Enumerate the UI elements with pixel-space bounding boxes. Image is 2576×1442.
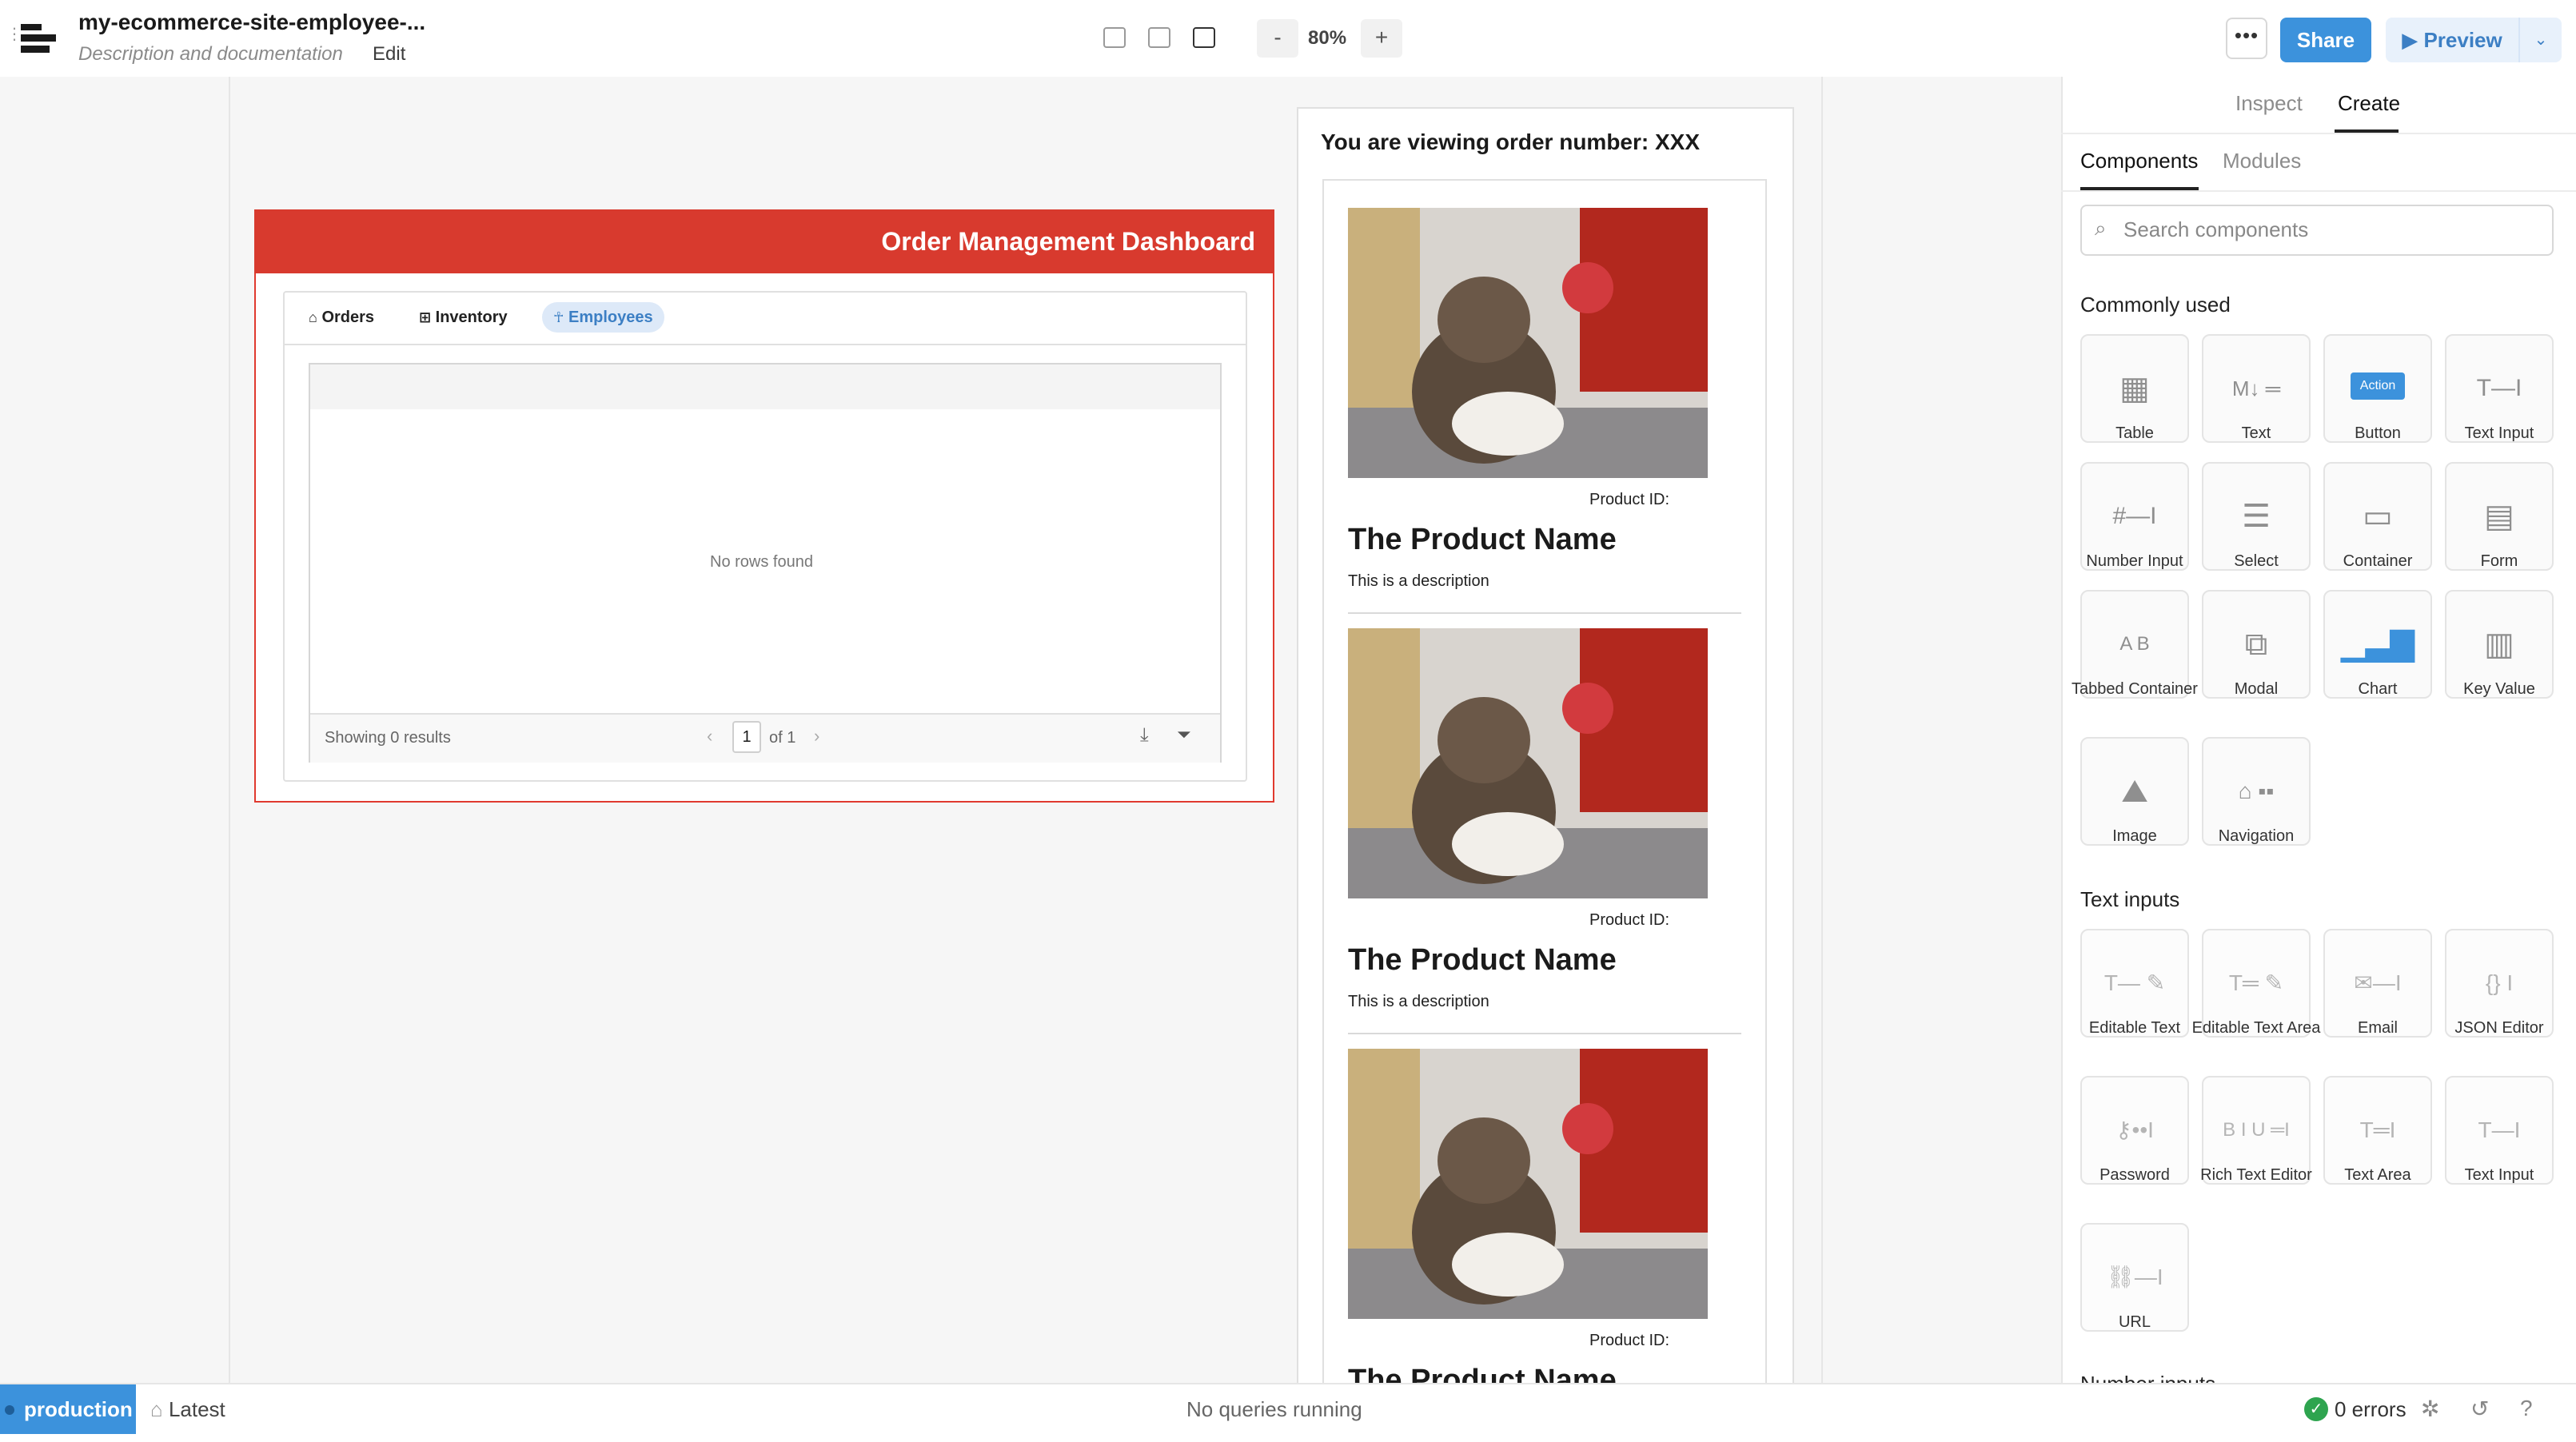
- error-count[interactable]: 0 errors: [2335, 1397, 2407, 1422]
- history-icon[interactable]: ↺: [2470, 1396, 2489, 1422]
- version-selector[interactable]: ⌂ Latest: [150, 1397, 225, 1422]
- tile-label: Navigation: [2218, 827, 2295, 845]
- tile-label: JSON Editor: [2454, 1019, 2544, 1037]
- divider: [2061, 133, 2576, 134]
- product-image: [1348, 628, 1708, 898]
- divider: [1348, 1033, 1741, 1034]
- bug-icon[interactable]: ✲: [2421, 1396, 2439, 1422]
- tile-label: Text Input: [2464, 424, 2534, 442]
- tab-label: Inventory: [435, 309, 508, 326]
- page-total: of 1: [769, 729, 796, 747]
- product-id-label: Product ID:: [1589, 1332, 1670, 1349]
- page-number-input[interactable]: 1: [732, 721, 761, 753]
- help-icon[interactable]: ?: [2520, 1396, 2533, 1421]
- drag-handle-icon[interactable]: ⋮: [6, 24, 22, 44]
- tile-label: Modal: [2234, 680, 2279, 698]
- subtab-components[interactable]: Components: [2080, 149, 2198, 173]
- tile-label: Form: [2480, 552, 2518, 570]
- results-count: Showing 0 results: [325, 729, 451, 747]
- app-description: Description and documentation: [78, 43, 343, 65]
- person-icon: ☥: [553, 309, 564, 325]
- tab-create[interactable]: Create: [2338, 91, 2400, 116]
- tab-orders[interactable]: ⌂ Orders: [309, 302, 374, 333]
- divider: [2061, 190, 2576, 192]
- tile-label: Tabbed Container: [2072, 680, 2198, 698]
- download-icon[interactable]: ⤓: [1140, 724, 1149, 747]
- zoom-level: 80%: [1308, 27, 1347, 49]
- version-label: Latest: [168, 1397, 225, 1421]
- dashboard-title: Order Management Dashboard: [881, 227, 1255, 256]
- preview-button[interactable]: ▶ Preview: [2386, 18, 2518, 62]
- tile-label: Editable Text Area: [2191, 1019, 2321, 1037]
- check-circle-icon: ✓: [2304, 1397, 2328, 1421]
- tab-label: Employees: [568, 309, 653, 326]
- tile-label: Text: [2241, 424, 2271, 442]
- grid-icon: ⊞: [419, 309, 432, 325]
- product-id-label: Product ID:: [1589, 911, 1670, 929]
- toggle-right-panel-icon[interactable]: [1193, 27, 1215, 48]
- app-title[interactable]: my-ecommerce-site-employee-...: [78, 10, 425, 35]
- environment-label: production: [24, 1397, 133, 1421]
- chevron-left-icon[interactable]: ‹: [707, 726, 712, 747]
- product-card[interactable]: Product ID: The Product Name This is a d…: [1348, 208, 1741, 614]
- product-name: The Product Name: [1348, 1364, 1617, 1383]
- tile-label: Image: [2112, 827, 2157, 845]
- product-card[interactable]: Product ID: The Product Name This is a d…: [1348, 628, 1741, 1034]
- tile-label: Password: [2099, 1166, 2170, 1184]
- tab-inventory[interactable]: ⊞ Inventory: [419, 302, 508, 333]
- toggle-left-panel-icon[interactable]: [1103, 27, 1126, 48]
- tile-label: Text Input: [2464, 1166, 2534, 1184]
- edit-description-link[interactable]: Edit: [373, 43, 405, 66]
- tile-label: Email: [2357, 1019, 2398, 1037]
- tile-label: Select: [2234, 552, 2279, 570]
- tag-icon: ⌂: [150, 1397, 163, 1421]
- chevron-right-icon[interactable]: ›: [814, 726, 819, 747]
- orders-icon: ⌂: [309, 309, 317, 325]
- section-heading-text-inputs: Text inputs: [2080, 887, 2180, 911]
- tile-label: Rich Text Editor: [2200, 1166, 2312, 1184]
- environment-badge[interactable]: production: [0, 1384, 136, 1434]
- section-heading-commonly-used: Commonly used: [2080, 293, 2231, 317]
- product-id-label: Product ID:: [1589, 491, 1670, 508]
- share-button[interactable]: Share: [2280, 18, 2371, 62]
- tile-label: Number Input: [2086, 552, 2183, 570]
- query-status: No queries running: [1186, 1397, 1362, 1421]
- tab-inspect[interactable]: Inspect: [2235, 91, 2303, 116]
- subtab-modules[interactable]: Modules: [2223, 149, 2301, 173]
- status-dot-icon: [5, 1405, 14, 1415]
- tab-employees[interactable]: ☥ Employees: [542, 302, 664, 333]
- table-header: [310, 364, 1220, 409]
- tab-label: Orders: [321, 309, 375, 326]
- product-description: This is a description: [1348, 993, 1489, 1010]
- product-name: The Product Name: [1348, 523, 1617, 556]
- toggle-bottom-panel-icon[interactable]: [1148, 27, 1170, 48]
- tile-label: Key Value: [2463, 680, 2535, 698]
- preview-dropdown-button[interactable]: ⌄: [2518, 18, 2562, 62]
- tile-label: Editable Text: [2088, 1019, 2181, 1037]
- product-name: The Product Name: [1348, 943, 1617, 977]
- app-logo-icon[interactable]: [21, 24, 56, 53]
- tile-label: Container: [2343, 552, 2413, 570]
- tile-label: URL: [2118, 1313, 2151, 1331]
- tile-label: Text Area: [2344, 1166, 2411, 1184]
- button-preview: Action: [2351, 372, 2405, 400]
- tile-label: Button: [2355, 424, 2401, 442]
- right-sidebar: [2061, 77, 2576, 1383]
- search-icon: ⌕: [2095, 216, 2107, 240]
- product-image: [1348, 1049, 1708, 1319]
- more-options-button[interactable]: •••: [2226, 18, 2267, 59]
- product-description: This is a description: [1348, 572, 1489, 590]
- filter-icon[interactable]: ⏷: [1177, 724, 1191, 745]
- product-image: [1348, 208, 1708, 478]
- divider: [1348, 612, 1741, 614]
- search-input[interactable]: [2122, 213, 2541, 246]
- tile-label: Chart: [2358, 680, 2398, 698]
- section-heading-number-inputs: Number inputs: [2080, 1372, 2215, 1383]
- tile-label: Table: [2115, 424, 2154, 442]
- zoom-out-button[interactable]: -: [1257, 19, 1298, 58]
- product-card[interactable]: Product ID: The Product Name: [1348, 1049, 1741, 1383]
- order-title: You are viewing order number: XXX: [1321, 129, 1701, 154]
- zoom-in-button[interactable]: +: [1361, 19, 1402, 58]
- empty-state-text: No rows found: [710, 553, 813, 571]
